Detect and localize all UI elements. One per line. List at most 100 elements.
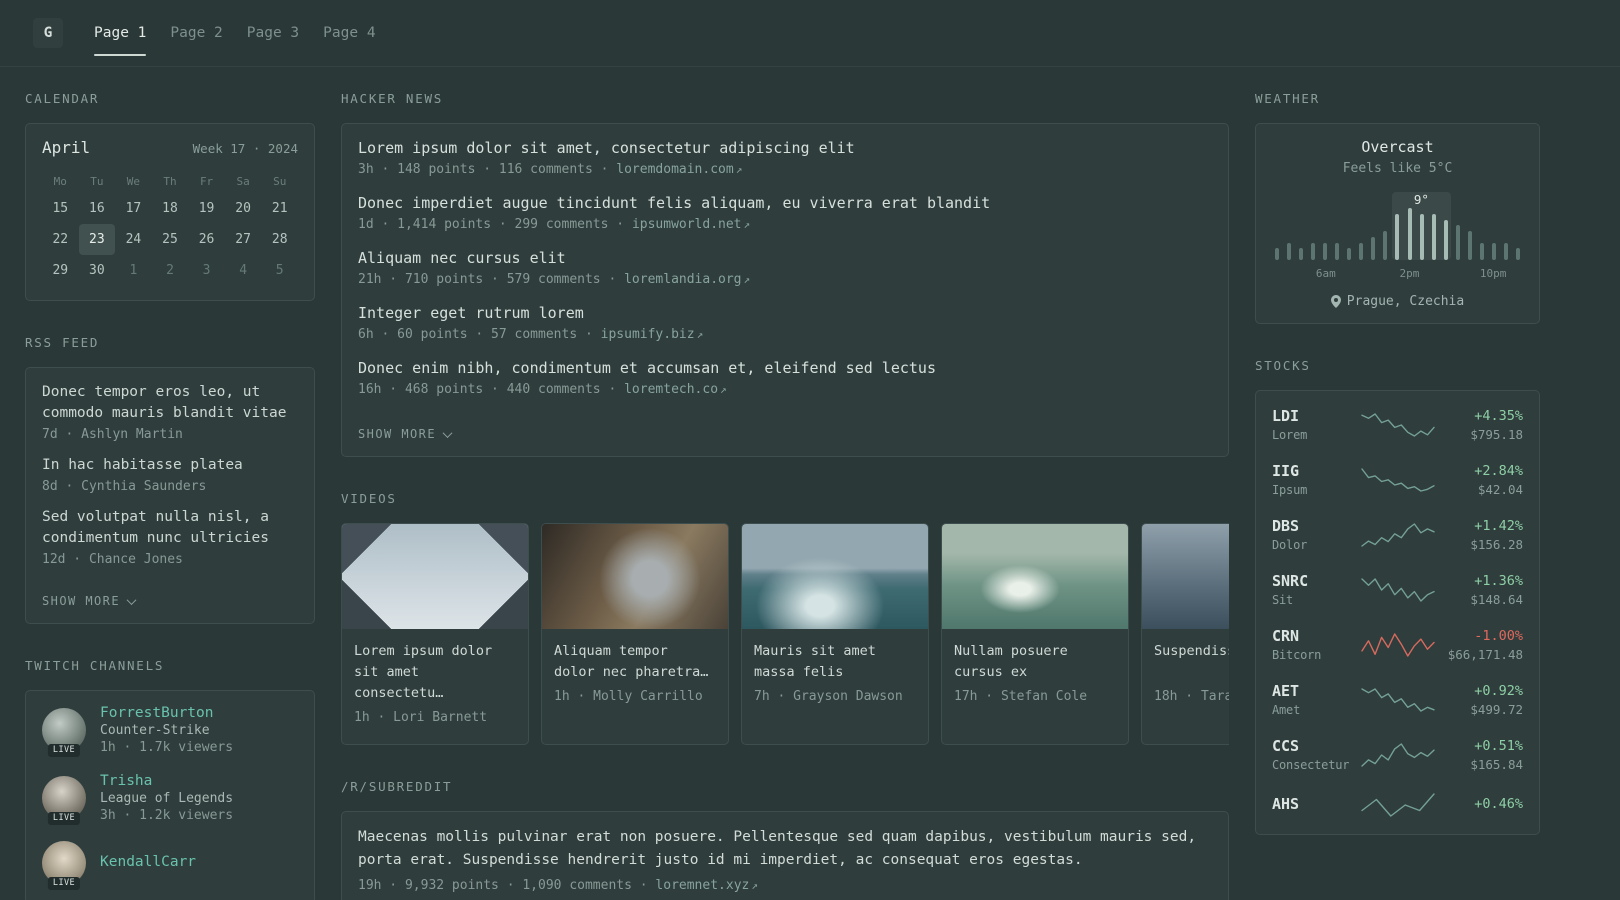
calendar-card: April Week 17 · 2024 Mo Tu We Th Fr Sa S… bbox=[25, 123, 315, 301]
hn-item-domain: ipsumify.biz bbox=[600, 327, 695, 342]
rss-item-title[interactable]: In hac habitasse platea bbox=[42, 455, 298, 476]
hn-item-title[interactable]: Donec enim nibh, condimentum et accumsan… bbox=[358, 358, 1212, 379]
video-card[interactable]: Nullam posuere cursus ex 17h · Stefan Co… bbox=[941, 523, 1129, 745]
calendar-day: 15 bbox=[52, 201, 69, 216]
rss-item-title[interactable]: Donec tempor eros leo, ut commodo mauris… bbox=[42, 382, 298, 424]
tab-page-4[interactable]: Page 4 bbox=[323, 0, 375, 66]
twitch-channel[interactable]: LIVE Trisha League of Legends 3h · 1.2k … bbox=[42, 773, 298, 826]
hackernews-show-more-button[interactable]: SHOW MORE bbox=[358, 427, 453, 441]
hn-item-domain-link[interactable]: ipsumworld.net ↗ bbox=[632, 217, 750, 232]
external-link-icon: ↗ bbox=[743, 273, 751, 286]
weather-bar bbox=[1467, 231, 1472, 260]
app-logo[interactable]: G bbox=[33, 18, 63, 48]
rss-show-more-button[interactable]: SHOW MORE bbox=[42, 594, 137, 608]
hn-item-domain-link[interactable]: loremtech.co ↗ bbox=[624, 382, 727, 397]
video-card[interactable]: Aliquam tempor dolor nec pharetra… 1h · … bbox=[541, 523, 729, 745]
hn-item-stats: 3h · 148 points · 116 comments · bbox=[358, 162, 617, 177]
top-nav-bar: G Page 1 Page 2 Page 3 Page 4 bbox=[0, 0, 1620, 67]
stock-row[interactable]: AET Amet +0.92% $499.72 bbox=[1256, 672, 1539, 727]
calendar-day: 28 bbox=[271, 232, 288, 247]
stock-change: +1.36% bbox=[1474, 572, 1523, 589]
tab-page-2[interactable]: Page 2 bbox=[170, 0, 222, 66]
external-link-icon: ↗ bbox=[743, 218, 751, 231]
video-meta: 18h · Tara bbox=[1154, 689, 1229, 704]
tab-page-1[interactable]: Page 1 bbox=[94, 0, 147, 66]
hn-item-domain: loremdomain.com bbox=[616, 162, 734, 177]
weather-condition: Overcast bbox=[1361, 138, 1434, 156]
hn-item-domain-link[interactable]: loremlandia.org ↗ bbox=[624, 272, 750, 287]
rss-item-meta: 12d · Chance Jones bbox=[42, 552, 183, 568]
twitch-card: LIVE ForrestBurton Counter-Strike 1h · 1… bbox=[25, 690, 315, 900]
live-badge: LIVE bbox=[47, 743, 81, 758]
weather-bars bbox=[1272, 204, 1523, 260]
stock-symbol: CRN bbox=[1272, 627, 1300, 645]
channel-avatar: LIVE bbox=[42, 776, 86, 826]
hn-item-stats: 6h · 60 points · 57 comments · bbox=[358, 327, 601, 342]
calendar-day: 29 bbox=[52, 263, 69, 278]
video-thumbnail bbox=[742, 524, 928, 629]
video-thumbnail bbox=[942, 524, 1128, 629]
stock-row[interactable]: LDI Lorem +4.35% $795.18 bbox=[1256, 397, 1539, 452]
video-card[interactable]: Mauris sit amet massa felis 7h · Grayson… bbox=[741, 523, 929, 745]
calendar-month: April bbox=[42, 138, 91, 157]
video-card[interactable]: Lorem ipsum dolor sit amet consectetu… 1… bbox=[341, 523, 529, 745]
calendar-day-selected: 23 bbox=[78, 224, 116, 255]
hn-item-stats: 16h · 468 points · 440 comments · bbox=[358, 382, 625, 397]
external-link-icon: ↗ bbox=[751, 879, 758, 893]
stock-symbol: AHS bbox=[1272, 794, 1300, 813]
rss-item-title[interactable]: Sed volutpat nulla nisl, a condimentum n… bbox=[42, 507, 298, 549]
rss-item-meta: 8d · Cynthia Saunders bbox=[42, 479, 207, 495]
external-link-icon: ↗ bbox=[720, 383, 727, 396]
weather-bar bbox=[1407, 208, 1412, 260]
stock-sparkline bbox=[1360, 577, 1436, 603]
twitch-channel[interactable]: LIVE KendallCarr bbox=[42, 841, 298, 891]
stock-sparkline bbox=[1360, 742, 1436, 768]
stock-sparkline bbox=[1360, 687, 1436, 713]
stock-change: +0.51% bbox=[1474, 737, 1523, 754]
video-card[interactable]: Suspendisse diam 18h · Tara bbox=[1141, 523, 1229, 745]
tab-page-3[interactable]: Page 3 bbox=[247, 0, 299, 66]
channel-game: Counter-Strike bbox=[100, 723, 210, 739]
subreddit-post-domain: loremnet.xyz bbox=[655, 878, 750, 894]
weather-bar bbox=[1443, 220, 1448, 260]
video-meta: 17h · Stefan Cole bbox=[954, 689, 1088, 704]
video-thumbnail bbox=[1142, 524, 1229, 629]
stock-name: Sit bbox=[1272, 593, 1294, 607]
page-tabs: Page 1 Page 2 Page 3 Page 4 bbox=[94, 0, 376, 66]
weather-location: Prague, Czechia bbox=[1346, 294, 1465, 309]
weather-bar bbox=[1383, 231, 1388, 260]
videos-row: Lorem ipsum dolor sit amet consectetu… 1… bbox=[341, 523, 1229, 745]
hn-item-title[interactable]: Lorem ipsum dolor sit amet, consectetur … bbox=[358, 138, 1212, 159]
stock-change: +2.84% bbox=[1474, 462, 1523, 479]
rss-item: In hac habitasse platea 8d · Cynthia Sau… bbox=[42, 455, 298, 494]
hn-item-meta: 6h · 60 points · 57 comments · ipsumify.… bbox=[358, 327, 1212, 342]
hn-item-title[interactable]: Donec imperdiet augue tincidunt felis al… bbox=[358, 193, 1212, 214]
stock-name: Lorem bbox=[1272, 428, 1308, 442]
rss-item: Sed volutpat nulla nisl, a condimentum n… bbox=[42, 507, 298, 567]
stock-row[interactable]: SNRC Sit +1.36% $148.64 bbox=[1256, 562, 1539, 617]
hn-item-domain-link[interactable]: loremdomain.com ↗ bbox=[616, 162, 742, 177]
stock-symbol: SNRC bbox=[1272, 572, 1309, 590]
stock-name: Amet bbox=[1272, 703, 1301, 717]
hn-item-title[interactable]: Integer eget rutrum lorem bbox=[358, 303, 1212, 324]
calendar-day-header: Th bbox=[163, 174, 177, 188]
stock-row[interactable]: AHS +0.46% bbox=[1256, 782, 1539, 828]
hn-item-title[interactable]: Aliquam nec cursus elit bbox=[358, 248, 1212, 269]
hn-item-domain-link[interactable]: ipsumify.biz ↗ bbox=[601, 327, 704, 342]
subreddit-post-title[interactable]: Maecenas mollis pulvinar erat non posuer… bbox=[358, 826, 1212, 872]
subreddit-card: Maecenas mollis pulvinar erat non posuer… bbox=[341, 811, 1229, 900]
stock-row[interactable]: IIG Ipsum +2.84% $42.04 bbox=[1256, 452, 1539, 507]
location-pin-icon bbox=[1330, 295, 1341, 308]
weather-feels-like: Feels like 5°C bbox=[1342, 161, 1453, 176]
video-thumbnail bbox=[342, 524, 528, 629]
weather-location-link[interactable]: Prague, Czechia bbox=[1272, 294, 1523, 309]
stock-price: $42.04 bbox=[1477, 481, 1523, 497]
stock-row[interactable]: CRN Bitcorn -1.00% $66,171.48 bbox=[1256, 617, 1539, 672]
twitch-section-title: TWITCH CHANNELS bbox=[25, 658, 165, 674]
stock-row[interactable]: DBS Dolor +1.42% $156.28 bbox=[1256, 507, 1539, 562]
stock-row[interactable]: CCS Consectetur +0.51% $165.84 bbox=[1256, 727, 1539, 782]
hackernews-widget: HACKER NEWS Lorem ipsum dolor sit amet, … bbox=[341, 91, 1229, 457]
subreddit-post-domain-link[interactable]: loremnet.xyz ↗ bbox=[655, 878, 758, 893]
rss-section-title: RSS FEED bbox=[25, 335, 100, 350]
twitch-channel[interactable]: LIVE ForrestBurton Counter-Strike 1h · 1… bbox=[42, 705, 298, 758]
